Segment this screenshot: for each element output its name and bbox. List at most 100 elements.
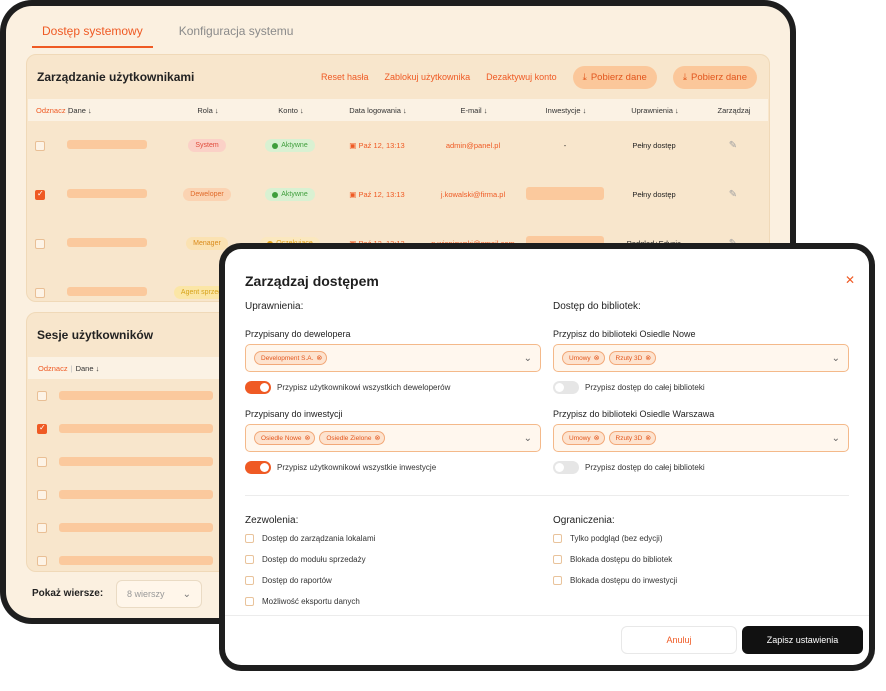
library1-chip[interactable]: Umowy ⊗ — [562, 351, 605, 365]
edit-icon[interactable]: ✎ — [729, 140, 737, 151]
row-checkbox[interactable] — [37, 390, 47, 401]
sessions-col-unmark-label: Odznacz — [38, 363, 68, 373]
checkbox-option[interactable]: Dostęp do zarządzania lokalami — [245, 534, 541, 543]
row-checkbox[interactable] — [35, 238, 45, 249]
row-checkbox[interactable] — [35, 287, 45, 298]
col-account[interactable]: Konto ↓ — [248, 106, 334, 115]
col-unmark[interactable]: Odznacz | — [28, 106, 70, 115]
edit-icon[interactable]: ✎ — [729, 189, 737, 200]
library1-chip[interactable]: Rzuty 3D ⊗ — [608, 351, 657, 365]
table-row[interactable]: Deweloper Aktywne ▣ Paź 12, 13:13 j.kowalsk… — [27, 170, 769, 219]
account-status-label: Aktywne — [281, 142, 308, 149]
remove-chip-icon[interactable]: ⊗ — [304, 434, 310, 442]
option-checkbox[interactable] — [553, 534, 562, 543]
checkbox-option[interactable]: Dostęp do modułu sprzedaży — [245, 555, 541, 564]
investment-field-group: Przypisany do inwestycji Osiedle Nowe ⊗ O… — [245, 409, 541, 452]
row-checkbox[interactable] — [37, 456, 47, 467]
all-developers-toggle[interactable] — [245, 381, 271, 394]
col-investments[interactable]: Inwestycje ↓ — [526, 106, 606, 115]
tab-system-config[interactable]: Konfiguracja systemu — [177, 18, 296, 48]
account-status-badge: Aktywne — [265, 188, 315, 201]
row-checkbox[interactable] — [37, 555, 47, 566]
checkbox-option[interactable]: Możliwość eksportu danych — [245, 597, 541, 606]
chevron-down-icon[interactable]: ⌄ — [524, 353, 532, 364]
library2-chip[interactable]: Rzuty 3D ⊗ — [608, 431, 657, 445]
investment-chip-label: Osiedle Zielone — [326, 434, 372, 442]
library2-multiselect[interactable]: Umowy ⊗ Rzuty 3D ⊗ ⌄ — [553, 424, 849, 452]
session-row[interactable] — [27, 511, 231, 544]
chevron-down-icon[interactable]: ⌄ — [832, 353, 840, 364]
download-data-button-2[interactable]: ⤓ Pobierz dane — [672, 65, 757, 89]
session-row[interactable] — [27, 445, 231, 478]
library1-chip-label: Umowy — [569, 354, 591, 362]
investment-chip[interactable]: Osiedle Zielone ⊗ — [319, 431, 386, 445]
row-checkbox[interactable] — [37, 522, 47, 533]
col-login-date[interactable]: Data logowania ↓ — [334, 106, 422, 115]
checkbox-option[interactable]: Blokada dostępu do bibliotek — [553, 555, 849, 564]
library2-full-access-toggle[interactable] — [553, 461, 579, 474]
session-row[interactable] — [27, 478, 231, 511]
library1-full-access-toggle[interactable] — [553, 381, 579, 394]
remove-chip-icon[interactable]: ⊗ — [594, 354, 600, 362]
download-data-button[interactable]: ⤓ Pobierz dane — [572, 65, 657, 89]
restrictions-title: Ograniczenia: — [553, 515, 615, 526]
option-checkbox[interactable] — [245, 597, 254, 606]
row-checkbox[interactable] — [37, 423, 47, 434]
checkbox-option[interactable]: Tylko podgląd (bez edycji) — [553, 534, 849, 543]
deactivate-account-link[interactable]: Dezaktywuj konto — [486, 72, 557, 82]
option-checkbox[interactable] — [553, 555, 562, 564]
all-investments-toggle[interactable] — [245, 461, 271, 474]
col-permissions[interactable]: Uprawnienia ↓ — [606, 106, 704, 115]
rows-per-page-label: Pokaż wiersze: — [32, 588, 104, 599]
col-data[interactable]: Dane ↓ — [68, 106, 168, 115]
sessions-panel-title: Sesje użytkowników — [37, 328, 154, 342]
session-row[interactable] — [27, 412, 231, 445]
remove-chip-icon[interactable]: ⊗ — [316, 354, 322, 362]
table-row[interactable]: System Aktywne ▣ Paź 12, 13:13 admin@panel.… — [27, 121, 769, 170]
login-date-text: Paź 12, 13:13 — [358, 190, 405, 199]
row-checkbox[interactable] — [35, 140, 45, 151]
sessions-col-data[interactable]: Dane ↓ — [76, 364, 100, 373]
investment-multiselect[interactable]: Osiedle Nowe ⊗ Osiedle Zielone ⊗ ⌄ — [245, 424, 541, 452]
sessions-col-unmark[interactable]: Odznacz | — [28, 364, 76, 373]
investment-chip[interactable]: Osiedle Nowe ⊗ — [254, 431, 316, 445]
remove-chip-icon[interactable]: ⊗ — [645, 434, 651, 442]
library1-multiselect[interactable]: Umowy ⊗ Rzuty 3D ⊗ ⌄ — [553, 344, 849, 372]
row-checkbox[interactable] — [37, 489, 47, 500]
download-data-label: Pobierz dane — [590, 71, 647, 83]
save-settings-button[interactable]: Zapisz ustawienia — [742, 626, 863, 654]
remove-chip-icon[interactable]: ⊗ — [375, 434, 381, 442]
all-developers-toggle-label: Przypisz użytkownikowi wszystkich dewelo… — [277, 383, 451, 392]
developer-multiselect[interactable]: Development S.A. ⊗ ⌄ — [245, 344, 541, 372]
remove-chip-icon[interactable]: ⊗ — [594, 434, 600, 442]
session-row[interactable] — [27, 379, 231, 412]
section-divider — [245, 495, 849, 496]
option-checkbox[interactable] — [553, 576, 562, 585]
close-icon[interactable]: ✕ — [845, 273, 855, 287]
checkbox-option[interactable]: Dostęp do raportów — [245, 576, 541, 585]
permissions-cell: Pełny dostęp — [632, 190, 676, 199]
permissions-title: Uprawnienia: — [245, 301, 304, 312]
cancel-button[interactable]: Anuluj — [621, 626, 737, 654]
option-checkbox[interactable] — [245, 555, 254, 564]
col-email[interactable]: E-mail ↓ — [422, 106, 526, 115]
manage-cell: ✎ — [703, 189, 763, 200]
library2-chip[interactable]: Umowy ⊗ — [562, 431, 605, 445]
row-checkbox[interactable] — [35, 189, 45, 200]
chevron-down-icon[interactable]: ⌄ — [832, 433, 840, 444]
tab-system-access[interactable]: Dostęp systemowy — [32, 18, 153, 48]
checkbox-option[interactable]: Blokada dostępu do inwestycji — [553, 576, 849, 585]
block-user-link[interactable]: Zablokuj użytkownika — [385, 72, 471, 82]
developer-chip[interactable]: Development S.A. ⊗ — [254, 351, 328, 365]
option-checkbox[interactable] — [245, 576, 254, 585]
rows-per-page-select[interactable]: 8 wierszy ⌄ — [116, 580, 202, 608]
data-placeholder — [67, 238, 147, 247]
developer-chip-label: Development S.A. — [261, 354, 314, 362]
session-row[interactable] — [27, 544, 231, 577]
option-checkbox[interactable] — [245, 534, 254, 543]
remove-chip-icon[interactable]: ⊗ — [645, 354, 651, 362]
col-role[interactable]: Rola ↓ — [168, 106, 248, 115]
reset-password-link[interactable]: Reset hasła — [321, 72, 369, 82]
chevron-down-icon[interactable]: ⌄ — [524, 433, 532, 444]
modal-title: Zarządzaj dostępem — [245, 273, 379, 289]
